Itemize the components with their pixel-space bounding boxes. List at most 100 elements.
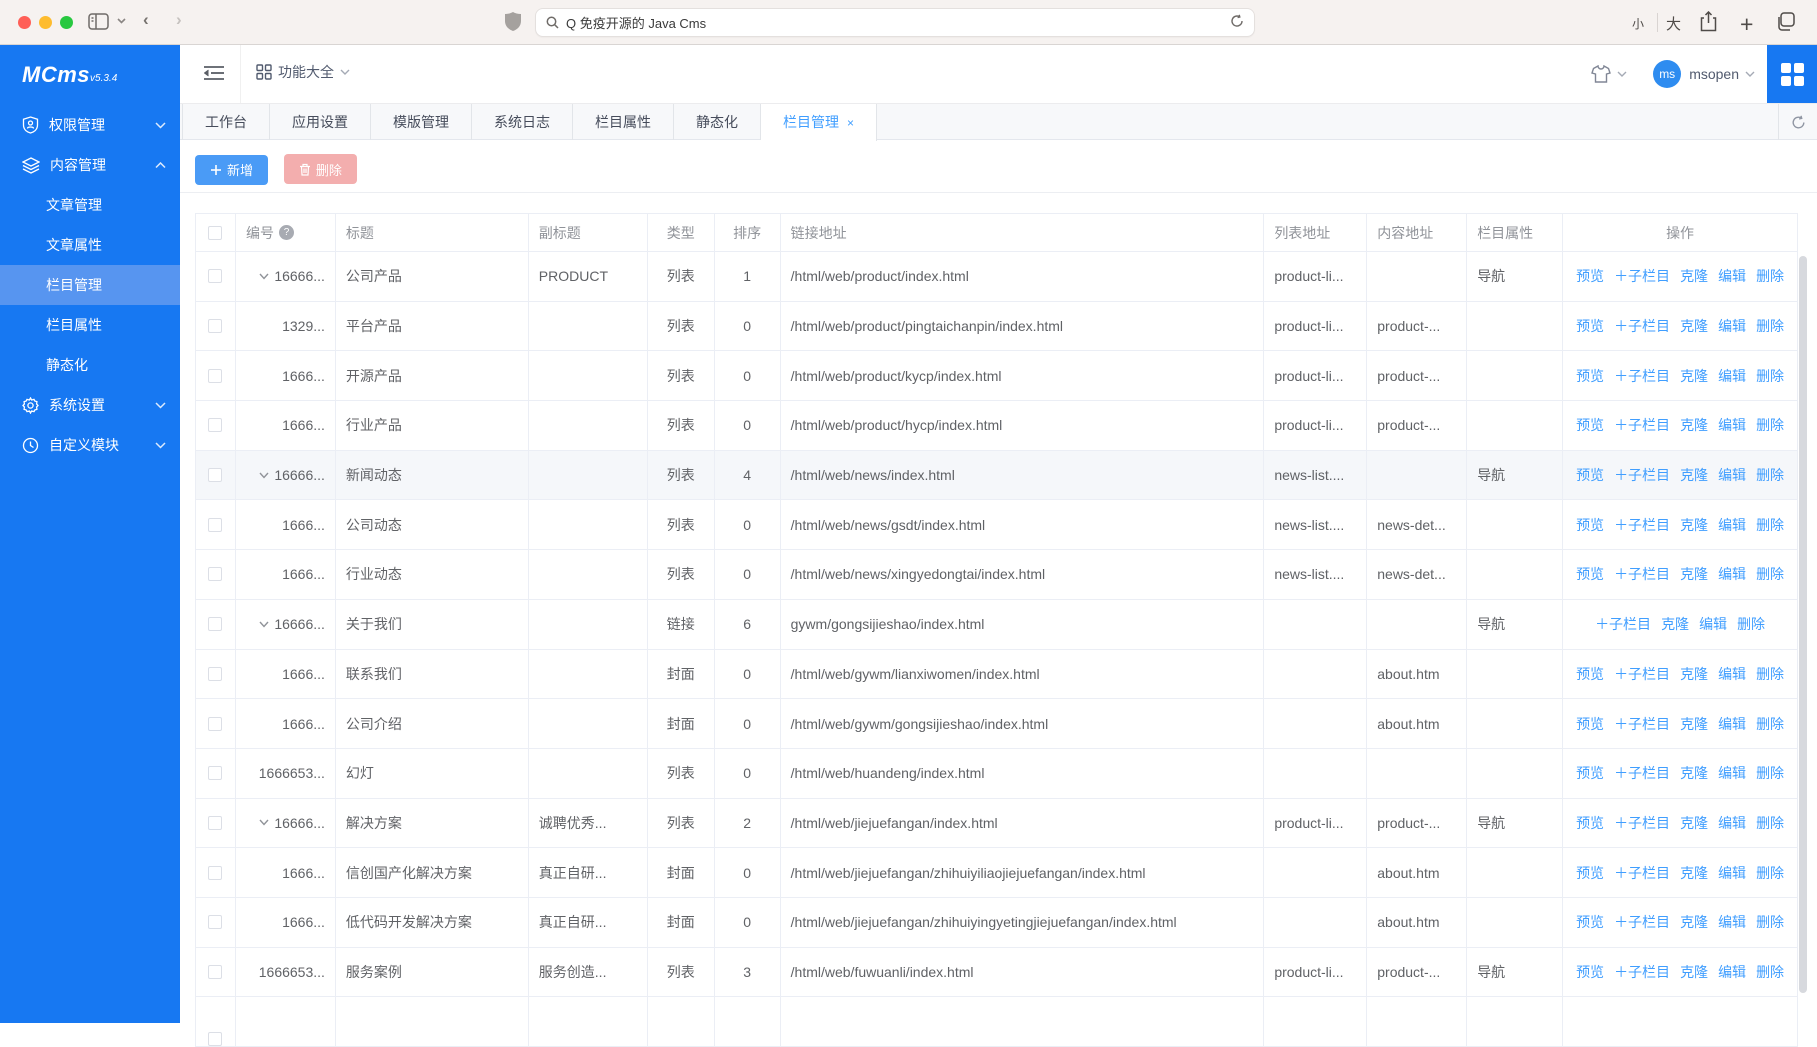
expand-row-icon[interactable]	[259, 819, 269, 826]
sidebar-group-系统设置[interactable]: 系统设置	[0, 385, 180, 425]
action-预览[interactable]: 预览	[1576, 515, 1604, 535]
action-删除[interactable]: 删除	[1756, 714, 1784, 734]
row-checkbox[interactable]	[208, 418, 222, 432]
action-克隆[interactable]: 克隆	[1680, 316, 1708, 336]
action-删除[interactable]: 删除	[1756, 465, 1784, 485]
apps-grid-button[interactable]	[1767, 45, 1817, 103]
action-预览[interactable]: 预览	[1576, 366, 1604, 386]
action-预览[interactable]: 预览	[1576, 316, 1604, 336]
help-icon[interactable]: ?	[279, 225, 294, 240]
all-functions-menu[interactable]: 功能大全	[256, 62, 350, 82]
action-克隆[interactable]: 克隆	[1680, 863, 1708, 883]
action-编辑[interactable]: 编辑	[1718, 515, 1746, 535]
action-＋子栏目[interactable]: ＋子栏目	[1614, 415, 1670, 435]
action-克隆[interactable]: 克隆	[1680, 266, 1708, 286]
tab-应用设置[interactable]: 应用设置	[270, 104, 371, 140]
user-avatar[interactable]: ms	[1653, 60, 1681, 88]
select-all-checkbox[interactable]	[208, 226, 222, 240]
address-bar[interactable]: Q 免疫开源的 Java Cms	[535, 8, 1255, 37]
action-删除[interactable]: 删除	[1756, 415, 1784, 435]
action-＋子栏目[interactable]: ＋子栏目	[1614, 714, 1670, 734]
tab-栏目属性[interactable]: 栏目属性	[573, 104, 674, 140]
action-＋子栏目[interactable]: ＋子栏目	[1614, 366, 1670, 386]
tab-系统日志[interactable]: 系统日志	[472, 104, 573, 140]
action-预览[interactable]: 预览	[1576, 664, 1604, 684]
delete-button[interactable]: 删除	[284, 154, 357, 184]
action-克隆[interactable]: 克隆	[1661, 614, 1689, 634]
row-checkbox[interactable]	[208, 965, 222, 979]
table-scrollbar[interactable]	[1799, 256, 1807, 993]
action-克隆[interactable]: 克隆	[1680, 664, 1708, 684]
row-checkbox[interactable]	[208, 717, 222, 731]
action-编辑[interactable]: 编辑	[1718, 664, 1746, 684]
action-克隆[interactable]: 克隆	[1680, 912, 1708, 932]
action-编辑[interactable]: 编辑	[1718, 763, 1746, 783]
back-icon[interactable]: ‹	[143, 10, 149, 30]
tab-工作台[interactable]: 工作台	[182, 104, 270, 140]
action-＋子栏目[interactable]: ＋子栏目	[1614, 564, 1670, 584]
action-编辑[interactable]: 编辑	[1718, 415, 1746, 435]
action-＋子栏目[interactable]: ＋子栏目	[1614, 664, 1670, 684]
expand-row-icon[interactable]	[259, 472, 269, 479]
sidebar-item-文章属性[interactable]: 文章属性	[0, 225, 180, 265]
row-checkbox[interactable]	[208, 766, 222, 780]
collapse-menu-icon[interactable]	[204, 64, 224, 85]
theme-icon[interactable]	[1591, 65, 1611, 83]
action-预览[interactable]: 预览	[1576, 763, 1604, 783]
expand-row-icon[interactable]	[259, 621, 269, 628]
sidebar-toggle-icon[interactable]	[88, 13, 109, 30]
row-checkbox[interactable]	[208, 915, 222, 929]
row-checkbox[interactable]	[208, 567, 222, 581]
reload-icon[interactable]	[1230, 14, 1244, 31]
share-icon[interactable]	[1700, 11, 1717, 32]
action-＋子栏目[interactable]: ＋子栏目	[1614, 813, 1670, 833]
action-编辑[interactable]: 编辑	[1718, 912, 1746, 932]
action-克隆[interactable]: 克隆	[1680, 962, 1708, 982]
row-checkbox[interactable]	[208, 518, 222, 532]
chevron-down-icon[interactable]	[117, 18, 126, 24]
action-编辑[interactable]: 编辑	[1718, 564, 1746, 584]
action-＋子栏目[interactable]: ＋子栏目	[1614, 465, 1670, 485]
action-编辑[interactable]: 编辑	[1718, 863, 1746, 883]
close-icon[interactable]: ×	[847, 116, 854, 130]
action-克隆[interactable]: 克隆	[1680, 415, 1708, 435]
row-checkbox[interactable]	[208, 816, 222, 830]
action-＋子栏目[interactable]: ＋子栏目	[1614, 763, 1670, 783]
action-＋子栏目[interactable]: ＋子栏目	[1614, 316, 1670, 336]
row-checkbox[interactable]	[208, 319, 222, 333]
row-checkbox[interactable]	[208, 1032, 222, 1046]
action-编辑[interactable]: 编辑	[1718, 316, 1746, 336]
privacy-shield-icon[interactable]	[505, 12, 521, 31]
forward-icon[interactable]: ›	[176, 10, 182, 30]
action-克隆[interactable]: 克隆	[1680, 714, 1708, 734]
action-预览[interactable]: 预览	[1576, 465, 1604, 485]
action-编辑[interactable]: 编辑	[1718, 366, 1746, 386]
action-编辑[interactable]: 编辑	[1718, 962, 1746, 982]
sidebar-item-静态化[interactable]: 静态化	[0, 345, 180, 385]
action-删除[interactable]: 删除	[1756, 266, 1784, 286]
action-删除[interactable]: 删除	[1756, 564, 1784, 584]
action-克隆[interactable]: 克隆	[1680, 366, 1708, 386]
tab-静态化[interactable]: 静态化	[674, 104, 761, 140]
tab-栏目管理[interactable]: 栏目管理×	[761, 104, 877, 141]
tab-模版管理[interactable]: 模版管理	[371, 104, 472, 140]
action-＋子栏目[interactable]: ＋子栏目	[1614, 515, 1670, 535]
action-＋子栏目[interactable]: ＋子栏目	[1595, 614, 1651, 634]
action-编辑[interactable]: 编辑	[1718, 465, 1746, 485]
sidebar-group-自定义模块[interactable]: 自定义模块	[0, 425, 180, 465]
action-编辑[interactable]: 编辑	[1718, 266, 1746, 286]
action-删除[interactable]: 删除	[1756, 316, 1784, 336]
action-编辑[interactable]: 编辑	[1718, 714, 1746, 734]
action-预览[interactable]: 预览	[1576, 912, 1604, 932]
refresh-tab-icon[interactable]	[1778, 104, 1817, 140]
action-＋子栏目[interactable]: ＋子栏目	[1614, 863, 1670, 883]
minimize-window-button[interactable]	[39, 16, 52, 29]
action-预览[interactable]: 预览	[1576, 863, 1604, 883]
action-删除[interactable]: 删除	[1756, 962, 1784, 982]
action-克隆[interactable]: 克隆	[1680, 813, 1708, 833]
sidebar-item-栏目属性[interactable]: 栏目属性	[0, 305, 180, 345]
action-删除[interactable]: 删除	[1756, 664, 1784, 684]
action-预览[interactable]: 预览	[1576, 714, 1604, 734]
action-编辑[interactable]: 编辑	[1699, 614, 1727, 634]
action-预览[interactable]: 预览	[1576, 962, 1604, 982]
